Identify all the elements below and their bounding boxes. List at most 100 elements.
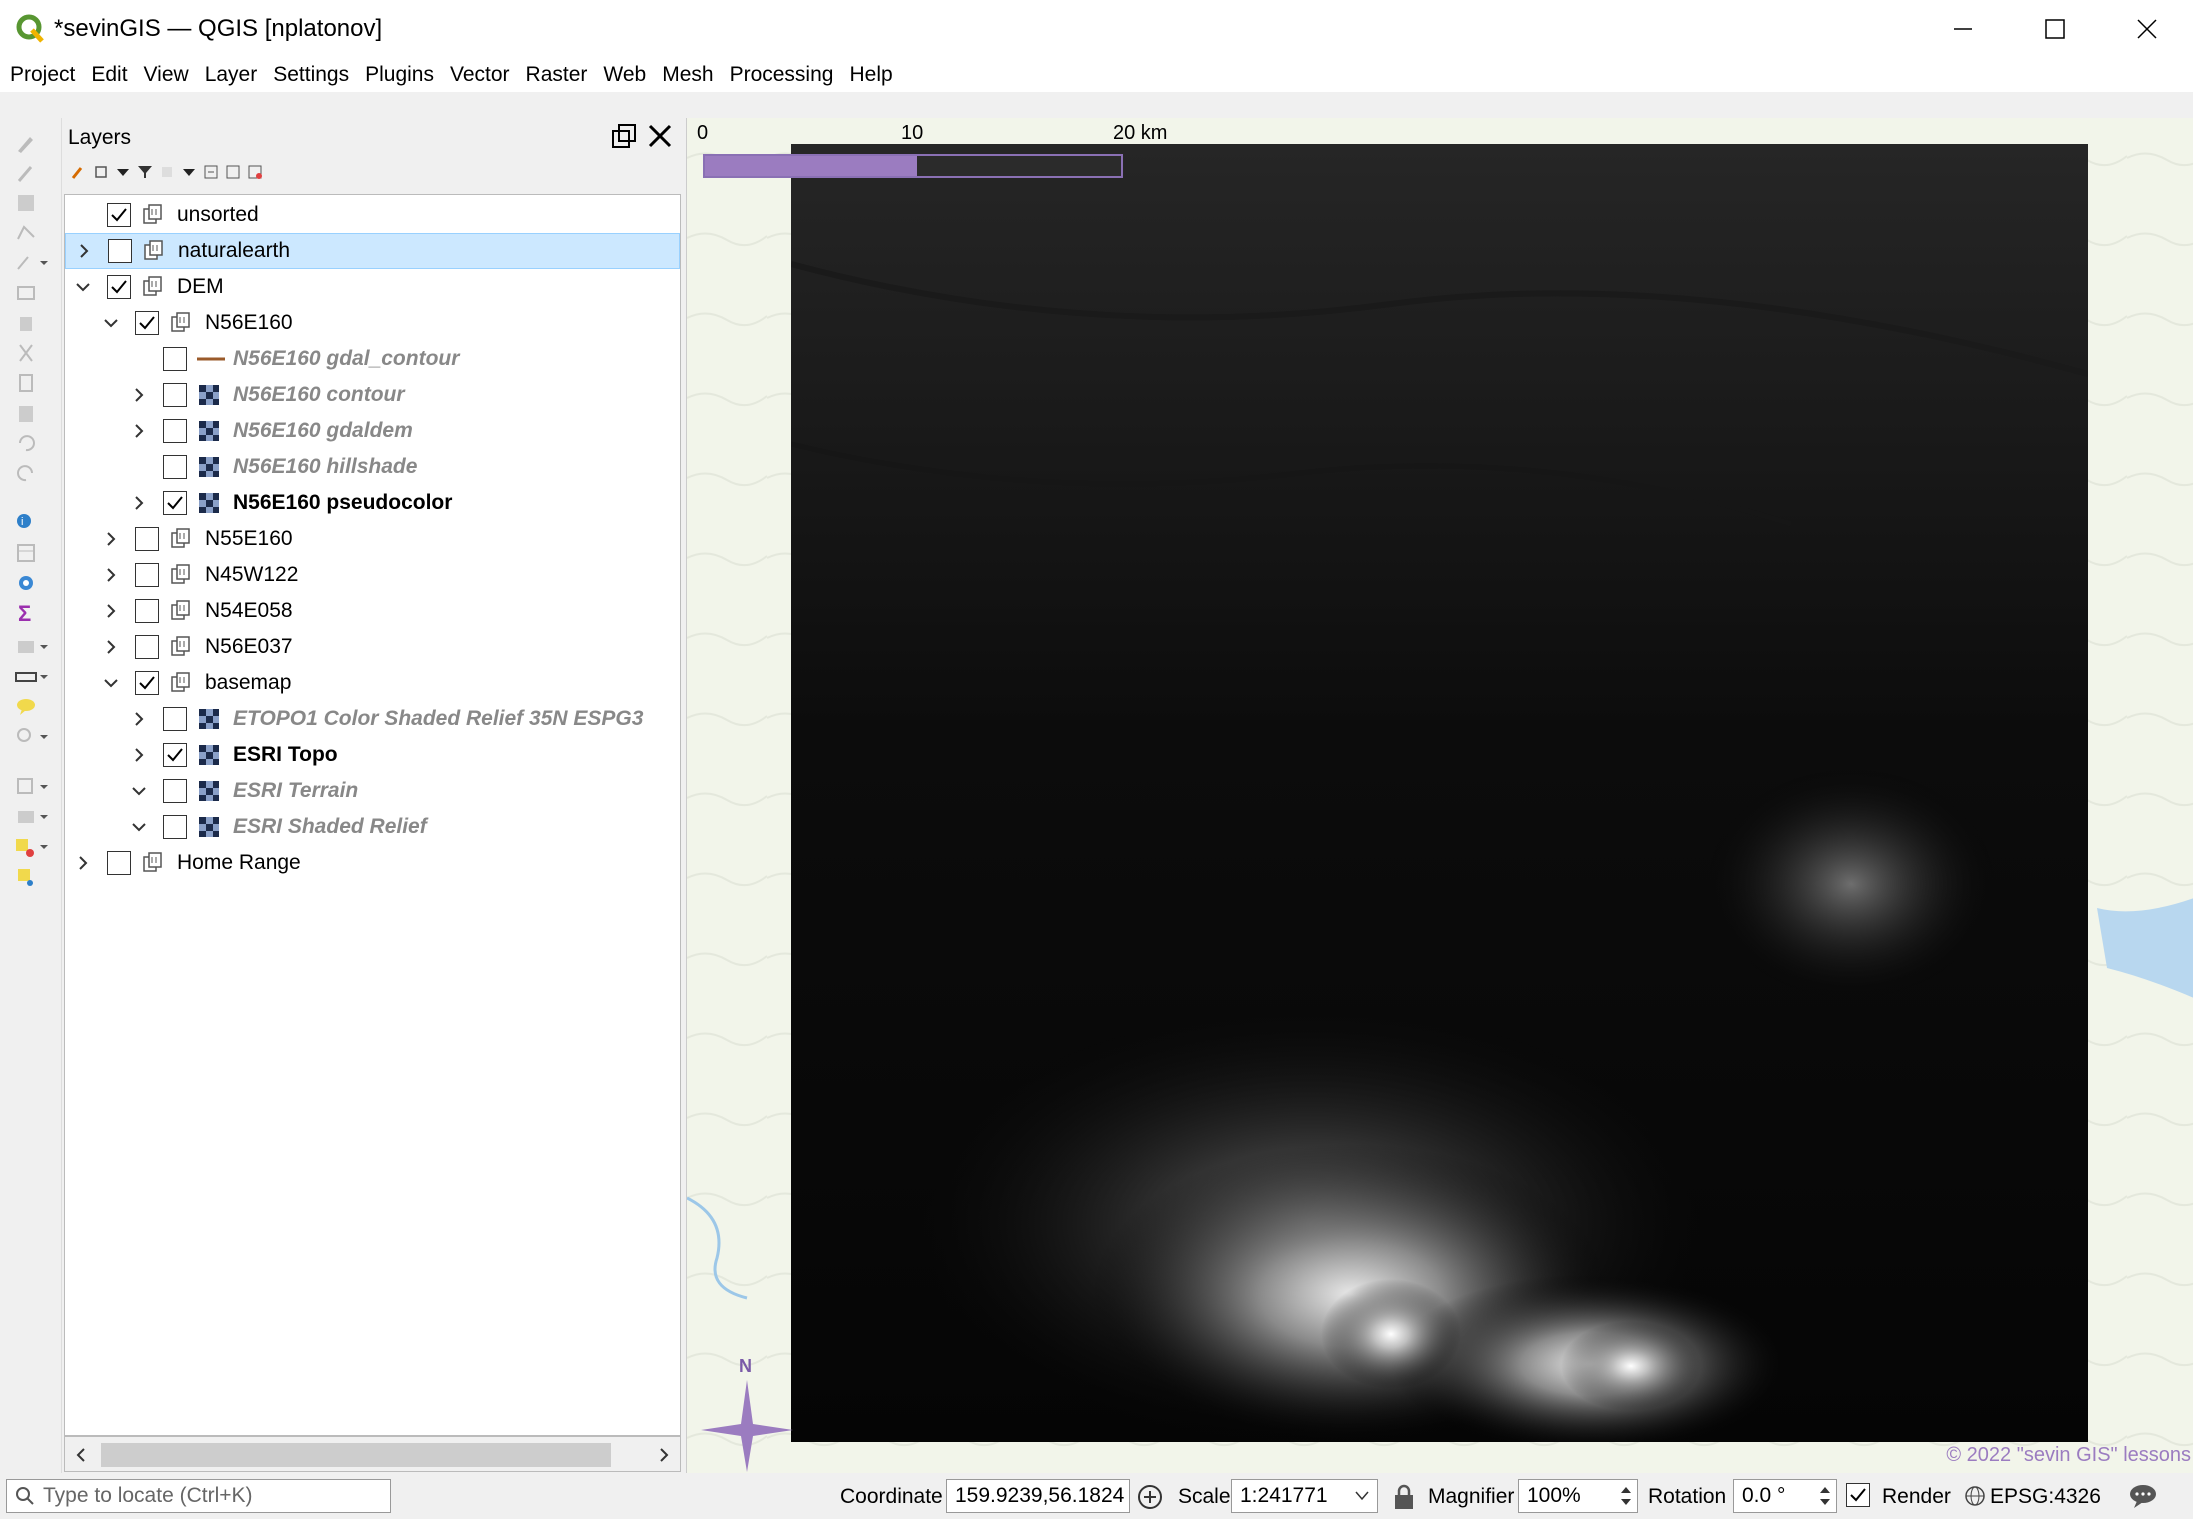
crs-button[interactable]: EPSG:4326 bbox=[1990, 1485, 2101, 1509]
toggle-extents-icon[interactable] bbox=[1136, 1483, 1164, 1511]
zoom-tool[interactable] bbox=[14, 724, 50, 750]
chevron-right-icon[interactable] bbox=[127, 491, 151, 515]
layer-visibility-checkbox[interactable] bbox=[135, 527, 159, 551]
layer-visibility-checkbox[interactable] bbox=[163, 383, 187, 407]
chevron-down-icon[interactable] bbox=[99, 671, 123, 695]
visibility-dropdown-icon[interactable] bbox=[114, 163, 132, 181]
layer-visibility-checkbox[interactable] bbox=[163, 779, 187, 803]
layer-tree-row[interactable]: N56E160 pseudocolor bbox=[65, 485, 680, 521]
chevron-right-icon[interactable] bbox=[99, 599, 123, 623]
layer-tree-row[interactable]: unsorted bbox=[65, 197, 680, 233]
chevron-right-icon[interactable] bbox=[127, 743, 151, 767]
copy-features-tool[interactable] bbox=[14, 370, 50, 396]
processing-toolbox-tool[interactable] bbox=[14, 570, 50, 596]
layer-tree-row[interactable]: N45W122 bbox=[65, 557, 680, 593]
layer-visibility-checkbox[interactable] bbox=[107, 275, 131, 299]
chevron-right-icon[interactable] bbox=[99, 527, 123, 551]
layer-tree-row[interactable]: naturalearth bbox=[65, 233, 680, 269]
chevron-right-icon[interactable] bbox=[99, 635, 123, 659]
attribute-table-tool[interactable] bbox=[14, 540, 50, 566]
rotation-spinbox[interactable]: 0.0 ° bbox=[1733, 1479, 1837, 1513]
layer-tree-row[interactable]: N56E160 gdaldem bbox=[65, 413, 680, 449]
undo-tool[interactable] bbox=[14, 430, 50, 456]
open-field-calculator-tool[interactable] bbox=[14, 634, 50, 660]
chevron-right-icon[interactable] bbox=[71, 851, 95, 875]
select-by-value-tool[interactable] bbox=[14, 804, 50, 830]
render-checkbox[interactable] bbox=[1846, 1483, 1870, 1507]
coordinate-field[interactable]: 159.9239,56.1824 bbox=[946, 1479, 1130, 1513]
scale-combobox[interactable]: 1:241771 bbox=[1231, 1479, 1378, 1513]
layer-visibility-checkbox[interactable] bbox=[108, 239, 132, 263]
undock-icon[interactable] bbox=[610, 122, 638, 150]
layer-tree-row[interactable]: Home Range bbox=[65, 845, 680, 881]
current-edits-tool[interactable] bbox=[14, 130, 50, 156]
layer-tree-row[interactable]: N55E160 bbox=[65, 521, 680, 557]
deselect-tool[interactable] bbox=[14, 834, 50, 860]
add-feature-tool[interactable] bbox=[14, 220, 50, 246]
remove-layer-icon[interactable] bbox=[246, 163, 264, 181]
chevron-right-icon[interactable] bbox=[127, 383, 151, 407]
layer-visibility-checkbox[interactable] bbox=[163, 347, 187, 371]
messages-icon[interactable] bbox=[2128, 1483, 2158, 1509]
scroll-thumb[interactable] bbox=[101, 1443, 611, 1467]
chevron-right-icon[interactable] bbox=[99, 563, 123, 587]
chevron-right-icon[interactable] bbox=[72, 239, 96, 263]
layer-visibility-checkbox[interactable] bbox=[135, 635, 159, 659]
vertex-tool[interactable] bbox=[14, 250, 50, 276]
layer-visibility-checkbox[interactable] bbox=[163, 419, 187, 443]
menu-vector[interactable]: Vector bbox=[450, 63, 510, 87]
lock-scale-icon[interactable] bbox=[1392, 1483, 1416, 1511]
identify-tool[interactable]: i bbox=[14, 510, 50, 536]
layer-tree-row[interactable]: DEM bbox=[65, 269, 680, 305]
redo-tool[interactable] bbox=[14, 460, 50, 486]
filter-legend-icon[interactable] bbox=[158, 163, 176, 181]
select-features-tool[interactable] bbox=[14, 774, 50, 800]
scroll-left-icon[interactable] bbox=[73, 1447, 89, 1463]
layer-tree-hscrollbar[interactable] bbox=[64, 1436, 681, 1472]
menu-help[interactable]: Help bbox=[849, 63, 892, 87]
layer-visibility-checkbox[interactable] bbox=[135, 311, 159, 335]
layer-visibility-checkbox[interactable] bbox=[163, 743, 187, 767]
filter-dropdown-icon[interactable] bbox=[180, 163, 198, 181]
add-group-icon[interactable] bbox=[92, 163, 110, 181]
layer-tree-row[interactable]: ETOPO1 Color Shaded Relief 35N ESPG3 bbox=[65, 701, 680, 737]
cut-features-tool[interactable] bbox=[14, 340, 50, 366]
layer-tree-row[interactable]: N54E058 bbox=[65, 593, 680, 629]
map-tips-tool[interactable] bbox=[14, 694, 50, 720]
select-location-tool[interactable] bbox=[14, 864, 50, 890]
measure-tool[interactable] bbox=[14, 664, 50, 690]
menu-view[interactable]: View bbox=[144, 63, 189, 87]
layer-visibility-checkbox[interactable] bbox=[163, 707, 187, 731]
layer-visibility-checkbox[interactable] bbox=[163, 815, 187, 839]
close-button[interactable] bbox=[2101, 0, 2193, 58]
chevron-down-icon[interactable] bbox=[127, 815, 151, 839]
map-canvas[interactable]: 0 10 20 km N © 2022 "sevin GIS" lessons bbox=[686, 118, 2193, 1473]
menu-web[interactable]: Web bbox=[603, 63, 646, 87]
menu-layer[interactable]: Layer bbox=[205, 63, 258, 87]
chevron-right-icon[interactable] bbox=[127, 707, 151, 731]
style-manager-icon[interactable] bbox=[70, 163, 88, 181]
magnifier-spinbox[interactable]: 100% bbox=[1518, 1479, 1638, 1513]
collapse-all-icon[interactable] bbox=[224, 163, 242, 181]
delete-selected-tool[interactable] bbox=[14, 310, 50, 336]
layer-visibility-checkbox[interactable] bbox=[135, 563, 159, 587]
filter-icon[interactable] bbox=[136, 163, 154, 181]
menu-project[interactable]: Project bbox=[10, 63, 75, 87]
layer-tree-row[interactable]: basemap bbox=[65, 665, 680, 701]
layer-tree-row[interactable]: ESRI Shaded Relief bbox=[65, 809, 680, 845]
spin-arrows-icon[interactable] bbox=[1619, 1484, 1633, 1508]
chevron-down-icon[interactable] bbox=[71, 275, 95, 299]
chevron-down-icon[interactable] bbox=[127, 779, 151, 803]
minimize-button[interactable] bbox=[1917, 0, 2009, 58]
menu-plugins[interactable]: Plugins bbox=[365, 63, 434, 87]
chevron-right-icon[interactable] bbox=[127, 419, 151, 443]
menu-mesh[interactable]: Mesh bbox=[662, 63, 713, 87]
menu-settings[interactable]: Settings bbox=[273, 63, 349, 87]
save-edits-tool[interactable] bbox=[14, 190, 50, 216]
spin-arrows-icon[interactable] bbox=[1818, 1484, 1832, 1508]
layer-tree-row[interactable]: ESRI Topo bbox=[65, 737, 680, 773]
layer-tree-row[interactable]: N56E160 gdal_contour bbox=[65, 341, 680, 377]
layer-visibility-checkbox[interactable] bbox=[107, 851, 131, 875]
layer-visibility-checkbox[interactable] bbox=[135, 671, 159, 695]
menu-raster[interactable]: Raster bbox=[526, 63, 588, 87]
